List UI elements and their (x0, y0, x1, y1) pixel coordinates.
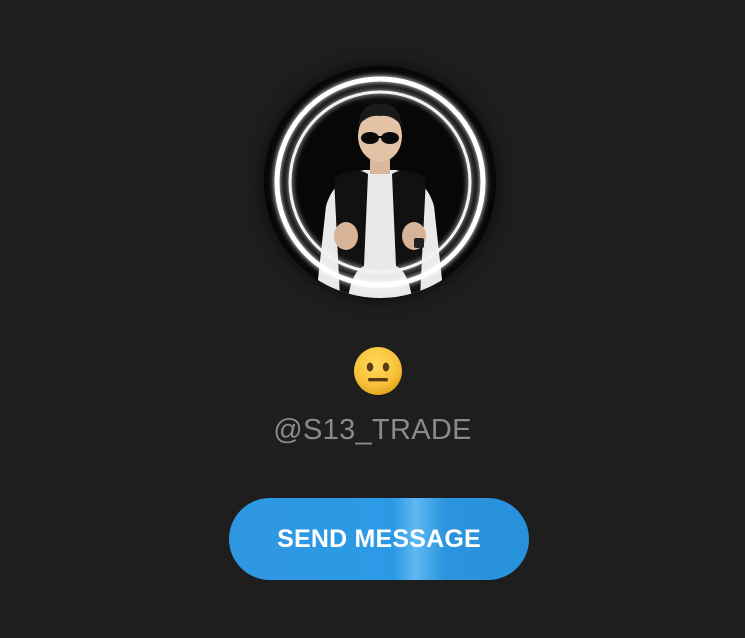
neutral-face-emoji-icon (352, 345, 404, 397)
profile-avatar[interactable] (264, 66, 496, 298)
avatar-image (264, 66, 496, 298)
send-message-button[interactable]: SEND MESSAGE (229, 498, 529, 580)
username-label: @S13_TRADE (273, 414, 472, 446)
